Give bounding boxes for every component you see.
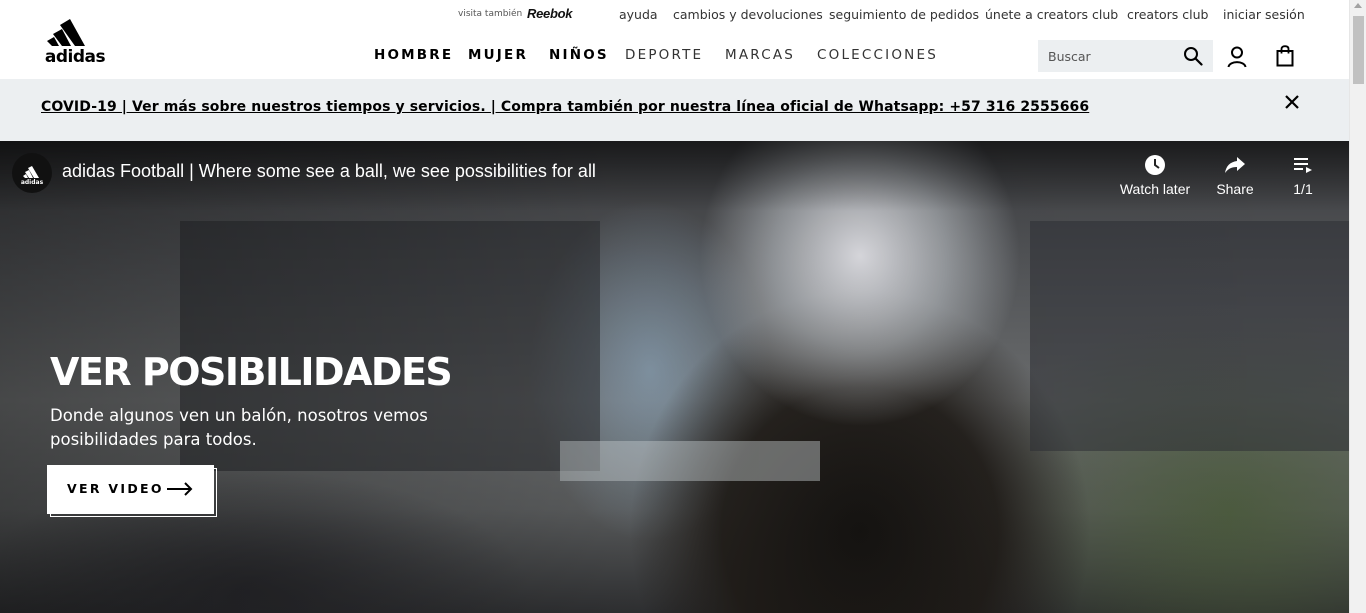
user-icon[interactable]	[1227, 46, 1247, 68]
page-scrollbar[interactable]	[1349, 0, 1366, 613]
cta-container: VER VIDEO	[47, 465, 217, 517]
video-title[interactable]: adidas Football | Where some see a ball,…	[62, 161, 596, 182]
hero-subtitle: Donde algunos ven un balón, nosotros vem…	[50, 406, 428, 449]
reebok-link[interactable]: Reebok	[527, 6, 572, 21]
shopping-bag-icon[interactable]	[1276, 45, 1294, 67]
channel-avatar[interactable]: adidas	[12, 153, 52, 193]
nav-item-colecciones[interactable]: COLECCIONES	[817, 47, 938, 63]
clock-icon	[1145, 155, 1165, 175]
playlist-icon	[1294, 158, 1312, 173]
search-input[interactable]	[1038, 40, 1178, 72]
util-link-creators-club[interactable]: creators club	[1127, 7, 1208, 22]
adidas-logo-icon: adidas	[21, 166, 44, 186]
nav-item-hombre[interactable]: HOMBRE	[374, 47, 453, 63]
hero-title: VER POSIBILIDADES	[50, 350, 453, 394]
search-icon[interactable]	[1183, 46, 1203, 66]
nav-item-deporte[interactable]: DEPORTE	[625, 47, 703, 63]
util-link-ayuda[interactable]: ayuda	[619, 7, 658, 22]
arrow-right-icon	[167, 482, 193, 496]
ver-video-label: VER VIDEO	[67, 481, 164, 496]
search-box	[1038, 40, 1213, 72]
ver-video-button[interactable]: VER VIDEO	[47, 465, 214, 514]
util-link-iniciar-sesion[interactable]: iniciar sesión	[1223, 7, 1305, 22]
nav-item-mujer[interactable]: MUJER	[468, 47, 528, 63]
visit-also-label: visita también	[458, 9, 523, 19]
util-link-unete[interactable]: únete a creators club	[985, 7, 1118, 22]
nav-item-marcas[interactable]: MARCAS	[725, 47, 795, 63]
nav-item-ninos[interactable]: NIÑOS	[549, 47, 609, 63]
watch-later-button[interactable]: Watch later	[1115, 153, 1195, 203]
watch-later-label: Watch later	[1119, 181, 1191, 197]
logo-wordmark: adidas	[44, 47, 106, 67]
close-icon[interactable]	[1283, 93, 1301, 111]
util-link-cambios[interactable]: cambios y devoluciones	[673, 7, 823, 22]
scroll-up-arrow[interactable]	[1354, 3, 1362, 8]
scrollbar-thumb[interactable]	[1353, 16, 1364, 84]
hero-video[interactable]: adidas adidas Football | Where some see …	[0, 141, 1349, 613]
playlist-count: 1/1	[1293, 181, 1313, 197]
covid-banner-link[interactable]: COVID-19 | Ver más sobre nuestros tiempo…	[41, 99, 1089, 115]
share-icon	[1225, 157, 1245, 173]
playlist-button[interactable]: 1/1	[1263, 153, 1343, 203]
site-header: adidas visita también Reebok ayuda cambi…	[0, 0, 1349, 79]
covid-banner: COVID-19 | Ver más sobre nuestros tiempo…	[0, 79, 1349, 141]
channel-avatar-text: adidas	[21, 179, 44, 186]
util-link-seguimiento[interactable]: seguimiento de pedidos	[829, 7, 979, 22]
utility-nav: visita también Reebok ayuda cambios y de…	[0, 6, 1349, 24]
